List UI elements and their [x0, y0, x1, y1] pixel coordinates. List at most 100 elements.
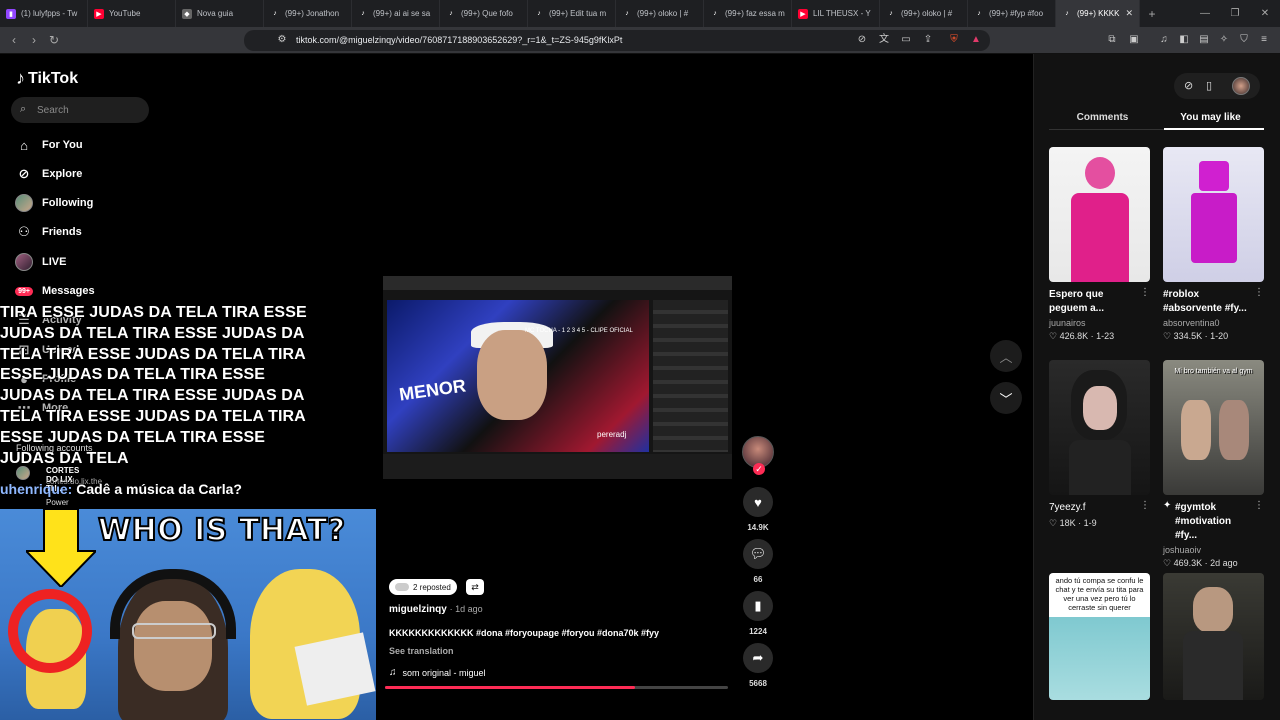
- browser-tab[interactable]: ▶ YouTube: [88, 0, 176, 27]
- bookmark-icon: ▮: [754, 598, 762, 613]
- leo-icon[interactable]: ✧: [1218, 34, 1230, 46]
- browser-tab[interactable]: ♪ (99+) Edit tua m: [528, 0, 616, 27]
- video-thumbnail[interactable]: [1163, 147, 1264, 282]
- brave-shield-icon[interactable]: ⛨: [948, 34, 960, 46]
- recommended-video-card[interactable]: Mi bro también va al gym ✦ ⋮ #gymtok #mo…: [1163, 360, 1264, 569]
- close-window-button[interactable]: ✕: [1250, 0, 1280, 27]
- sidebar-item-for-you[interactable]: ⌂ For You: [15, 134, 82, 156]
- previous-video-button[interactable]: ︿: [990, 340, 1022, 372]
- more-options-icon[interactable]: ⋮: [1254, 500, 1264, 511]
- vpn-icon[interactable]: ⛉: [1238, 34, 1250, 46]
- wallet-icon[interactable]: ▤: [1198, 34, 1210, 46]
- music-note-icon: ♫: [389, 667, 397, 678]
- recommended-video-card[interactable]: ⋮ Espero que peguem a... juunairos ♡ 426…: [1049, 147, 1150, 342]
- video-thumbnail[interactable]: ando tú compa se confu le chat y te enví…: [1049, 573, 1150, 700]
- forward-button[interactable]: ›: [26, 33, 42, 47]
- overlay-line: ESSE JUDAS DA TELA TIRA ESSE: [0, 366, 266, 384]
- new-tab-button[interactable]: +: [1140, 7, 1164, 21]
- close-tab-icon[interactable]: ✕: [1125, 8, 1133, 19]
- user-avatar[interactable]: [1232, 77, 1250, 95]
- translate-icon[interactable]: 文: [878, 34, 890, 46]
- device-icon[interactable]: ▯: [1206, 79, 1212, 92]
- card-user[interactable]: joshuaoiv: [1163, 545, 1264, 555]
- video-thumbnail[interactable]: [1049, 360, 1150, 495]
- reload-button[interactable]: ↻: [46, 33, 62, 47]
- tab-comments[interactable]: Comments: [1049, 112, 1156, 123]
- recommended-video-card[interactable]: ando tú compa se confu le chat y te enví…: [1049, 573, 1150, 700]
- sidebar-item-messages[interactable]: 99+ Messages: [15, 280, 95, 302]
- url-text[interactable]: tiktok.com/@miguelzinqy/video/7608717188…: [296, 35, 622, 45]
- search-box[interactable]: ⌕: [11, 97, 149, 123]
- shield-icon: ◆: [182, 8, 192, 19]
- follow-plus-icon[interactable]: ✓: [753, 463, 765, 475]
- maximize-button[interactable]: ❐: [1220, 0, 1250, 27]
- browser-tab[interactable]: ♪ (99+) faz essa m: [704, 0, 792, 27]
- creator-avatar[interactable]: ✓: [742, 436, 774, 475]
- browser-tab[interactable]: ▶ LIL THEUSX - Y: [792, 0, 880, 27]
- heart-outline-icon: ♡: [1163, 331, 1172, 341]
- next-video-button[interactable]: ﹀: [990, 382, 1022, 414]
- card-user[interactable]: absorventina0: [1163, 318, 1264, 328]
- video-inner-sidebar: [653, 300, 728, 452]
- minimize-button[interactable]: —: [1190, 0, 1220, 27]
- share-count: 5668: [749, 679, 767, 688]
- comment-button[interactable]: 💬︎: [743, 539, 773, 569]
- tiktok-logo[interactable]: ♪ TikTok: [16, 68, 78, 89]
- video-progress-bar[interactable]: [385, 686, 728, 689]
- video-player[interactable]: MC TOCHA - 1 2 3 4 5 - CLIPE OFICIAL MEN…: [383, 276, 732, 479]
- post-caption: KKKKKKKKKKKKK #dona #foryoupage #foryou …: [389, 628, 660, 638]
- post-sound[interactable]: ♫ som original - miguel: [389, 667, 486, 678]
- browser-tab[interactable]: ▮ (1) lulyfpps - Tw: [0, 0, 88, 27]
- sidebar-item-friends[interactable]: ⚇ Friends: [15, 221, 82, 243]
- screenshot-icon[interactable]: ▣: [1128, 34, 1140, 46]
- browser-tab[interactable]: ♪ (99+) oloko | #: [616, 0, 704, 27]
- browser-tab[interactable]: ♪ (99+) #fyp #foo: [968, 0, 1056, 27]
- browser-tab[interactable]: ♪ (99+) Que fofo: [440, 0, 528, 27]
- overlay-line: TELA TIRA ESSE JUDAS DA TELA TIRA: [0, 407, 306, 425]
- tiktok-icon: ♪: [713, 10, 717, 17]
- repost-icon[interactable]: ⇄: [466, 579, 484, 595]
- share-icon[interactable]: ⇪: [922, 34, 934, 46]
- more-options-icon[interactable]: ⋮: [1140, 287, 1150, 298]
- post-author[interactable]: miguelzinqy · 1d ago: [389, 604, 483, 615]
- rewards-icon[interactable]: ▲: [970, 34, 982, 46]
- coins-icon[interactable]: ⊘: [1184, 79, 1193, 92]
- browser-tab-active[interactable]: ♪ (99+) KKKK ✕: [1056, 0, 1140, 27]
- back-button[interactable]: ‹: [6, 33, 22, 47]
- see-translation-link[interactable]: See translation: [389, 646, 454, 656]
- browser-tab[interactable]: ♪ (99+) Jonathon: [264, 0, 352, 27]
- menu-icon[interactable]: ≡: [1258, 34, 1270, 46]
- recommended-video-card[interactable]: [1163, 573, 1264, 700]
- music-icon[interactable]: ♫: [1158, 34, 1170, 46]
- following-account[interactable]: CORTES DO LIX TH... cortes.do.lix.the: [16, 466, 102, 493]
- sidebar-item-explore[interactable]: ⊘ Explore: [15, 163, 83, 185]
- tab-you-may-like[interactable]: You may like: [1157, 112, 1264, 123]
- card-title: #gymtok #motivation #fy...: [1175, 502, 1232, 541]
- browser-tab[interactable]: ♪ (99+) oloko | #: [880, 0, 968, 27]
- sidebar-item-following[interactable]: Following: [15, 192, 93, 214]
- browser-tab[interactable]: ♪ (99+) ai ai se sa: [352, 0, 440, 27]
- search-input[interactable]: [37, 102, 137, 118]
- cast-icon[interactable]: ▭: [900, 34, 912, 46]
- more-options-icon[interactable]: ⋮: [1254, 287, 1264, 298]
- friends-icon: ⚇: [18, 224, 30, 239]
- meme-caption: WHO IS THAT?: [97, 512, 346, 549]
- more-options-icon[interactable]: ⋮: [1140, 500, 1150, 511]
- no-tracking-icon[interactable]: ⊘: [856, 34, 868, 46]
- site-info-icon[interactable]: ⚙: [276, 34, 288, 46]
- like-button[interactable]: ♥: [743, 487, 773, 517]
- video-thumbnail[interactable]: Mi bro también va al gym: [1163, 360, 1264, 495]
- overlay-line: TIRA ESSE JUDAS DA TELA TIRA ESSE: [0, 304, 307, 321]
- reposted-badge[interactable]: 2 reposted: [389, 579, 457, 595]
- sidebar-toggle-icon[interactable]: ◧: [1178, 34, 1190, 46]
- browser-tab[interactable]: ◆ Nova guia: [176, 0, 264, 27]
- sidebar-item-live[interactable]: LIVE: [15, 251, 66, 273]
- recommended-video-card[interactable]: ⋮ 7yeezy.f ♡ 18K · 1-9: [1049, 360, 1150, 529]
- extensions-icon[interactable]: ⧉: [1106, 34, 1118, 46]
- recommended-video-card[interactable]: ⋮ #roblox #absorvente #fy... absorventin…: [1163, 147, 1264, 342]
- video-thumbnail[interactable]: [1049, 147, 1150, 282]
- card-user[interactable]: juunairos: [1049, 318, 1150, 328]
- save-button[interactable]: ▮: [743, 591, 773, 621]
- video-thumbnail[interactable]: [1163, 573, 1264, 700]
- share-button[interactable]: ➦: [743, 643, 773, 673]
